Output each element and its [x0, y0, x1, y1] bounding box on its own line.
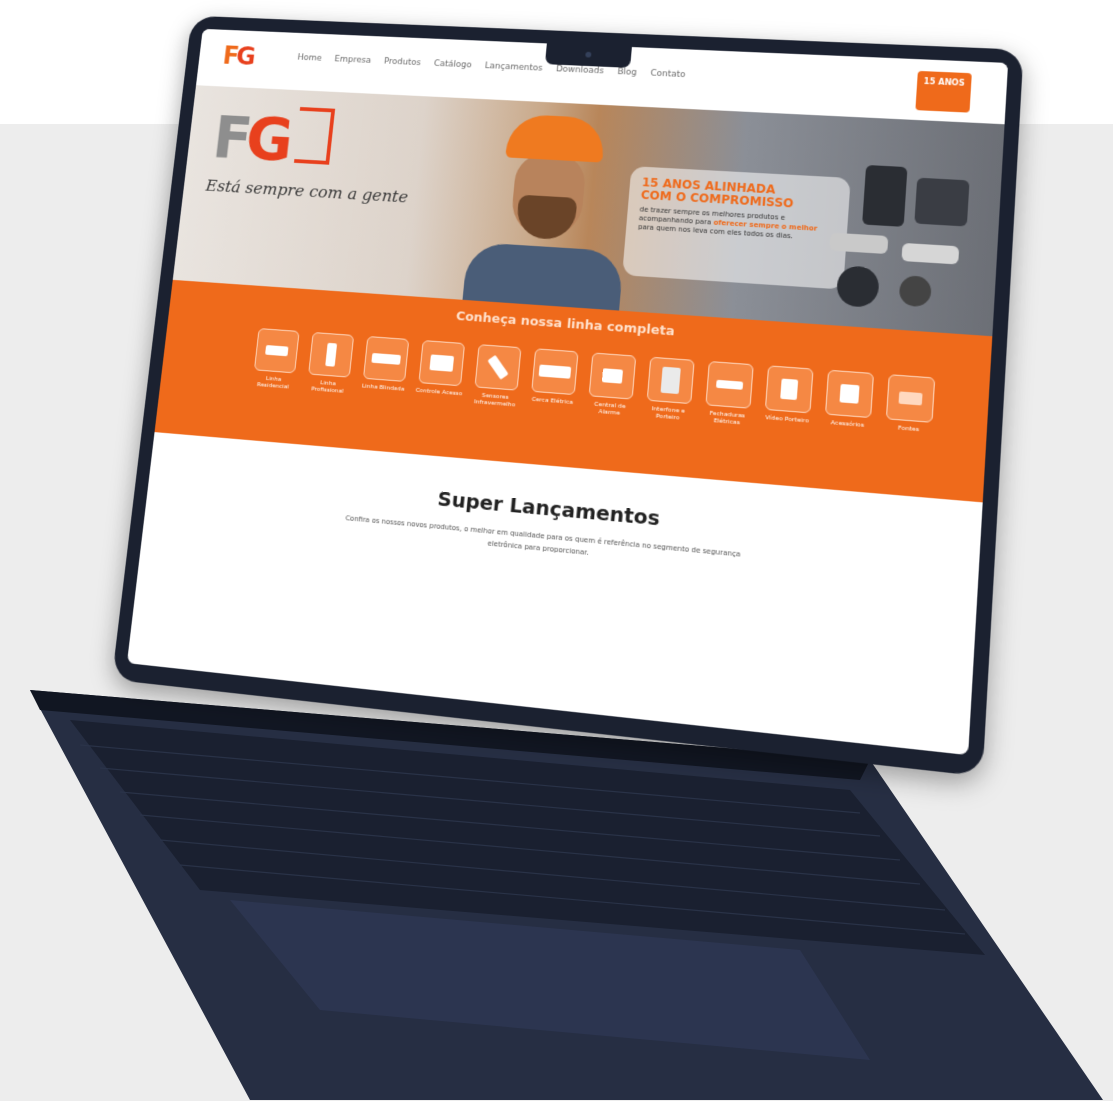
category-icon — [764, 365, 814, 414]
category-item[interactable]: Controle Acesso — [414, 340, 468, 404]
hero-15-years-icon — [294, 107, 336, 165]
nav-item-blog[interactable]: Blog — [617, 67, 637, 77]
category-item[interactable]: Sensores Infravermelho — [470, 344, 525, 409]
category-icon — [531, 348, 579, 396]
worker-image — [453, 99, 637, 311]
category-item[interactable]: Linha Residencial — [249, 328, 302, 391]
category-item[interactable]: Linha Profissional — [303, 331, 357, 396]
product-dvr-icon — [914, 177, 970, 227]
category-item[interactable]: Fechaduras Elétricas — [701, 360, 757, 428]
nav-item-lancamentos[interactable]: Lançamentos — [484, 61, 543, 73]
laptop-screen: FG Home Empresa Produtos Catálogo Lançam… — [126, 28, 1009, 756]
product-remote-icon — [835, 265, 881, 309]
nav-item-catalogo[interactable]: Catálogo — [433, 59, 472, 70]
product-knob-icon — [898, 275, 932, 308]
category-label: Central de Alarme — [593, 400, 626, 417]
logo-letter-g: G — [234, 43, 255, 72]
category-icon — [885, 374, 936, 423]
years-badge: 15 ANOS — [915, 70, 972, 113]
category-label: Linha Blindada — [361, 382, 405, 393]
products-image — [814, 153, 981, 323]
category-icon — [362, 335, 410, 382]
hero-slogan: Está sempre com a gente — [204, 176, 409, 208]
category-label: Vídeo Porteiro — [764, 414, 810, 425]
category-label: Linha Profissional — [310, 379, 344, 395]
category-item[interactable]: Cerca Elétrica — [527, 348, 582, 413]
category-label: Sensores Infravermelho — [473, 391, 516, 409]
category-label: Acessórios — [830, 419, 865, 429]
product-sensor-icon — [829, 232, 889, 255]
category-icon — [824, 369, 875, 419]
category-label: Cerca Elétrica — [531, 395, 574, 406]
category-icon — [705, 360, 754, 409]
category-icon — [646, 356, 695, 405]
category-label: Controle Acesso — [415, 386, 463, 398]
category-icon — [474, 344, 522, 391]
camera-icon — [585, 51, 592, 58]
nav-item-home[interactable]: Home — [297, 53, 322, 63]
hero-logo: FG — [210, 103, 336, 177]
category-item[interactable]: Fontes — [881, 374, 938, 442]
category-icon — [308, 331, 355, 378]
category-item[interactable]: Acessórios — [821, 369, 878, 436]
nav-item-produtos[interactable]: Produtos — [383, 57, 421, 68]
category-icon — [418, 340, 466, 387]
nav-item-contato[interactable]: Contato — [650, 69, 686, 80]
category-label: Interfone e Porteiro — [651, 405, 686, 422]
category-label: Linha Residencial — [256, 375, 290, 391]
site-logo[interactable]: FG — [221, 43, 254, 72]
category-item[interactable]: Vídeo Porteiro — [760, 365, 816, 432]
category-label: Fechaduras Elétricas — [709, 409, 746, 427]
worker-beard — [515, 194, 578, 241]
worker-body — [462, 241, 625, 311]
category-item[interactable]: Central de Alarme — [584, 352, 639, 418]
product-camera-icon — [862, 164, 908, 227]
hero-logo-g: G — [242, 104, 292, 175]
category-item[interactable]: Interfone e Porteiro — [642, 356, 698, 422]
laptop-lid: FG Home Empresa Produtos Catálogo Lançam… — [111, 15, 1024, 777]
category-icon — [588, 352, 637, 400]
hard-hat-icon — [505, 113, 607, 163]
category-icon — [253, 328, 300, 374]
product-bar-icon — [901, 242, 960, 265]
camera-notch — [544, 43, 632, 68]
category-label: Fontes — [897, 424, 920, 434]
nav-item-empresa[interactable]: Empresa — [334, 55, 371, 66]
category-item[interactable]: Linha Blindada — [358, 335, 412, 400]
